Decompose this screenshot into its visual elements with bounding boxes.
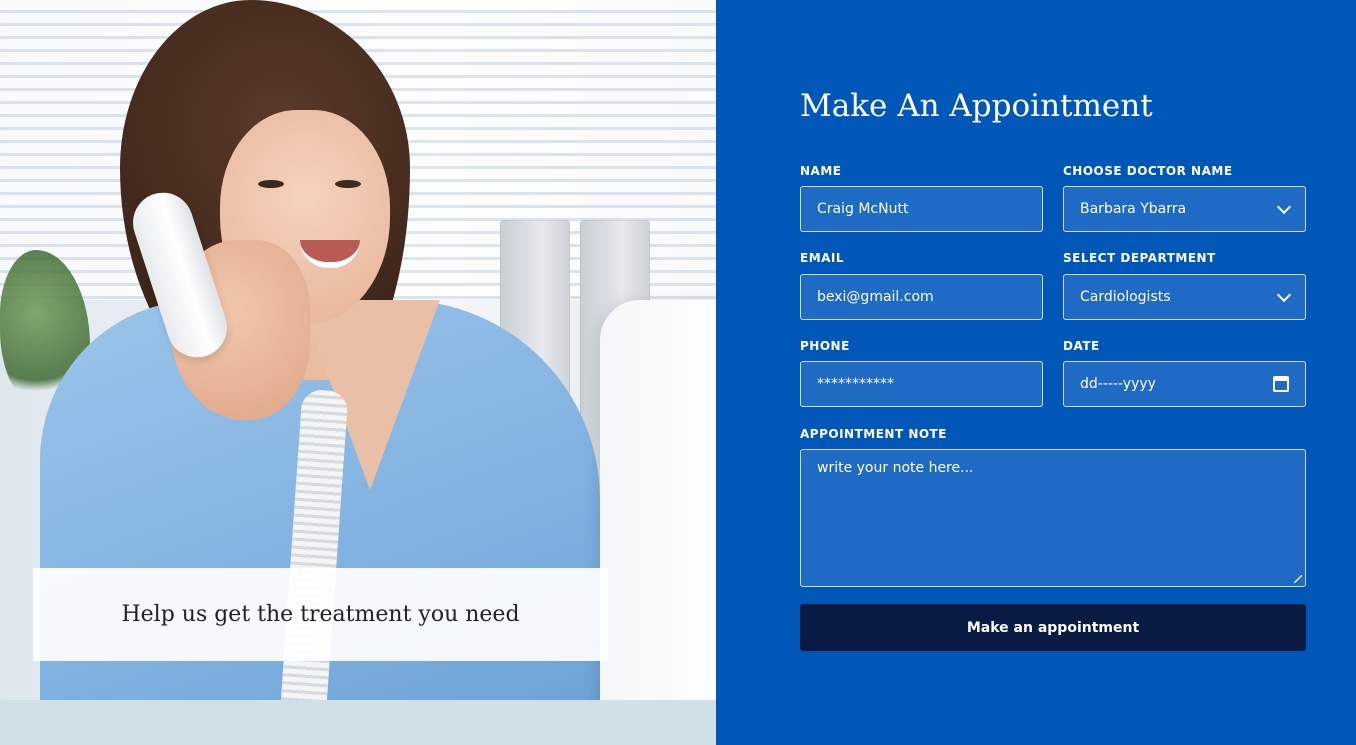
doctor-value: Barbara Ybarra: [1080, 201, 1187, 217]
note-label: APPOINTMENT NOTE: [800, 427, 947, 441]
chevron-down-icon: [1276, 287, 1292, 303]
name-value: Craig McNutt: [817, 201, 909, 217]
resize-handle-icon[interactable]: [1294, 575, 1302, 583]
department-select[interactable]: Cardiologists: [1063, 274, 1306, 320]
phone-input[interactable]: ***********: [800, 361, 1043, 407]
date-value: dd-----yyyy: [1080, 376, 1156, 392]
computer-monitor: [600, 300, 716, 745]
eye: [335, 180, 361, 188]
name-input[interactable]: Craig McNutt: [800, 186, 1043, 232]
calendar-icon[interactable]: [1273, 376, 1289, 392]
note-placeholder: write your note here...: [817, 460, 974, 476]
email-value: bexi@gmail.com: [817, 289, 934, 305]
name-label: NAME: [800, 164, 842, 178]
date-input[interactable]: dd-----yyyy: [1063, 361, 1306, 407]
email-label: EMAIL: [800, 251, 845, 265]
appointment-section: Help us get the treatment you need Make …: [0, 0, 1356, 745]
doctor-label: CHOOSE DOCTOR NAME: [1063, 164, 1233, 178]
doctor-select[interactable]: Barbara Ybarra: [1063, 186, 1306, 232]
make-appointment-button[interactable]: Make an appointment: [800, 604, 1306, 651]
department-label: SELECT DEPARTMENT: [1063, 251, 1216, 265]
chevron-down-icon: [1276, 199, 1292, 215]
email-input[interactable]: bexi@gmail.com: [800, 274, 1043, 320]
photo-caption: Help us get the treatment you need: [121, 602, 520, 627]
date-label: DATE: [1063, 339, 1100, 353]
phone-value: ***********: [817, 376, 894, 392]
eye: [258, 180, 284, 188]
appointment-form: Make An Appointment NAME Craig McNutt CH…: [716, 0, 1356, 745]
form-title: Make An Appointment: [800, 88, 1153, 124]
doctor-photo: Help us get the treatment you need: [0, 0, 716, 745]
desk: [0, 700, 716, 745]
department-value: Cardiologists: [1080, 289, 1171, 305]
note-textarea[interactable]: write your note here...: [800, 449, 1306, 587]
photo-caption-box: Help us get the treatment you need: [33, 568, 608, 661]
phone-label: PHONE: [800, 339, 850, 353]
